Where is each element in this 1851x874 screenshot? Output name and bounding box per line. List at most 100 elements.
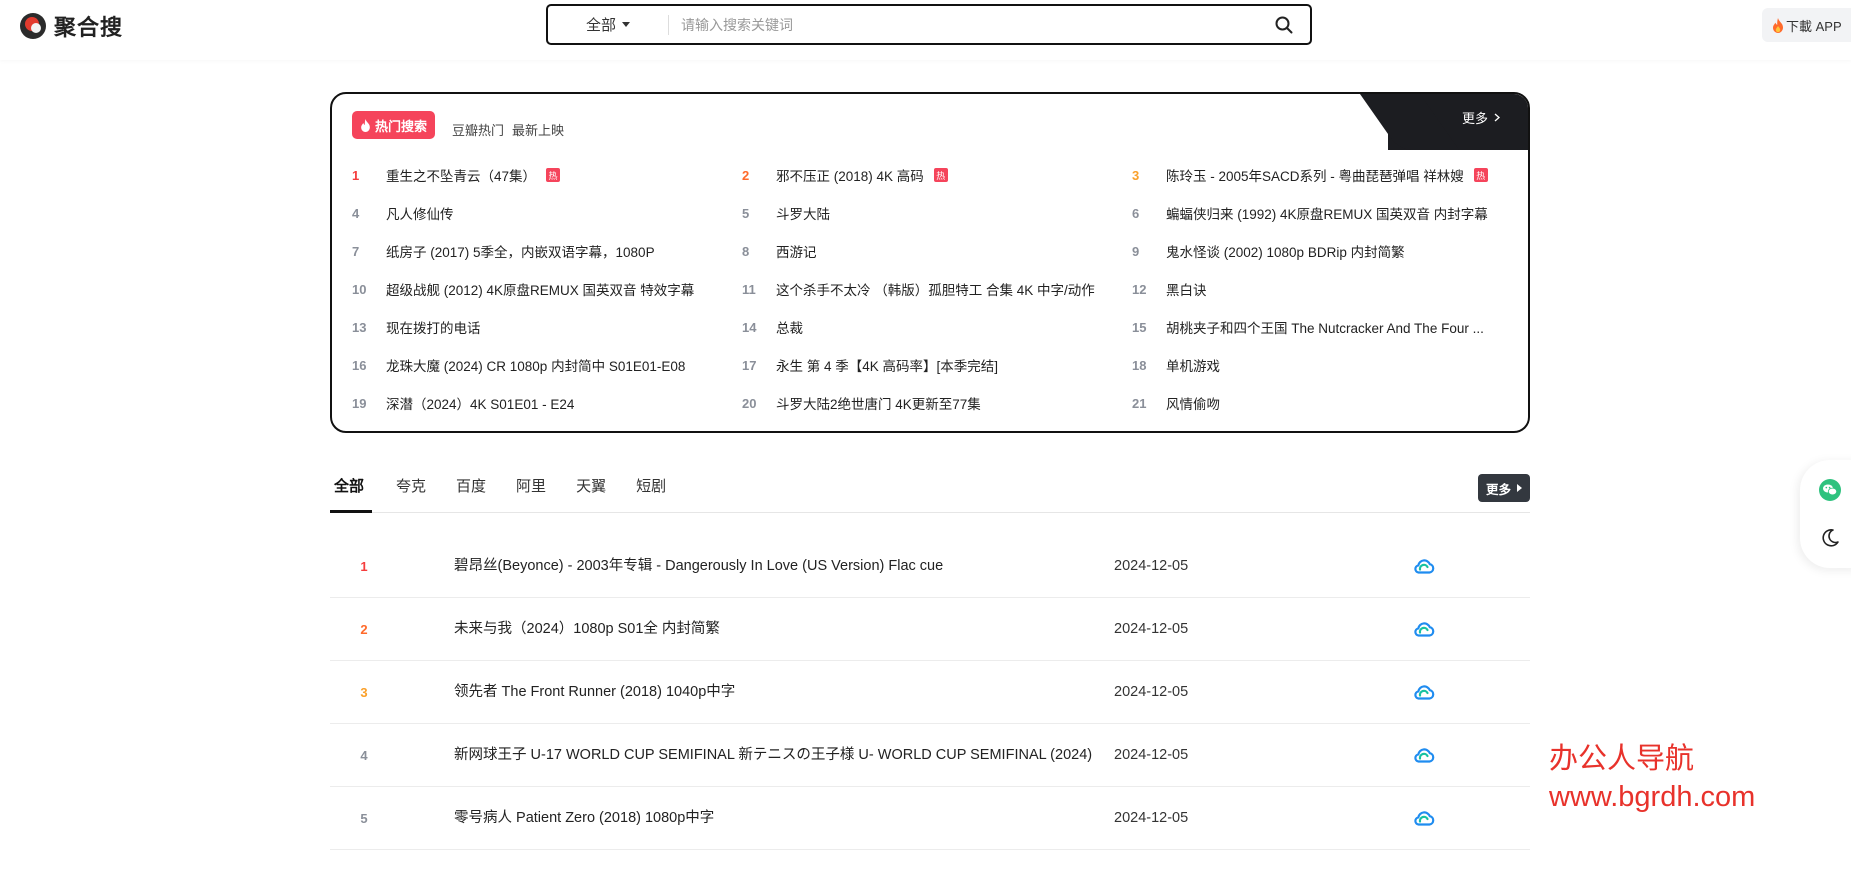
hot-search-badge-label: 热门搜索 bbox=[375, 118, 428, 134]
logo[interactable]: 聚合搜 bbox=[20, 10, 123, 42]
hot-search-item[interactable]: 19 深潜（2024）4K S01E01 - E24 bbox=[352, 384, 742, 422]
hot-tab-douban[interactable]: 豆瓣热门 bbox=[452, 120, 504, 139]
cloud-icon bbox=[1414, 748, 1435, 763]
hot-search-title: 陈玲玉 - 2005年SACD系列 - 粤曲琵琶弹唱 祥林嫂 bbox=[1166, 169, 1464, 184]
search-category-select[interactable]: 全部 bbox=[548, 14, 668, 35]
hot-search-panel: 更多 热门搜索 豆瓣热门 最新上映 1 重生之不坠青云（47集） 热 2 邪不压正 (2… bbox=[330, 92, 1530, 433]
caret-down-icon bbox=[622, 22, 630, 27]
result-row[interactable]: 1 碧昂丝(Beyonce) - 2003年专辑 - Dangerously In… bbox=[330, 535, 1530, 598]
hot-flag-badge: 热 bbox=[933, 168, 948, 182]
hot-search-title: 龙珠大魔 (2024) CR 1080p 内封简中 S01E01-E08 bbox=[386, 359, 686, 374]
hot-search-item[interactable]: 21 风情偷吻 bbox=[1132, 384, 1512, 422]
hot-search-rank: 20 bbox=[742, 395, 757, 411]
result-title[interactable]: 未来与我（2024）1080p S01全 内封简繁 bbox=[454, 618, 1094, 640]
hot-search-title: 邪不压正 (2018) 4K 高码 bbox=[776, 169, 924, 184]
hot-search-rank: 3 bbox=[1132, 167, 1140, 183]
hot-search-item[interactable]: 9 鬼水怪谈 (2002) 1080p BDRip 内封简繁 bbox=[1132, 232, 1512, 270]
hot-search-item[interactable]: 13 现在拨打的电话 bbox=[352, 308, 742, 346]
hot-search-item[interactable]: 15 胡桃夹子和四个王国 The Nutcracker And The Four … bbox=[1132, 308, 1512, 346]
result-title[interactable]: 碧昂丝(Beyonce) - 2003年专辑 - Dangerously In … bbox=[454, 555, 1094, 577]
hot-more-link[interactable]: 更多 bbox=[1462, 108, 1500, 127]
result-row[interactable]: 3 领先者 The Front Runner (2018) 1040p中字 2024… bbox=[330, 661, 1530, 724]
hot-search-title: 单机游戏 bbox=[1166, 359, 1220, 374]
hot-search-rank: 15 bbox=[1132, 319, 1147, 335]
hot-search-title: 重生之不坠青云（47集） bbox=[386, 169, 537, 184]
top-header: 聚合搜 全部 下載 APP bbox=[0, 0, 1851, 60]
hot-search-title: 现在拨打的电话 bbox=[386, 321, 481, 336]
hot-search-rank: 2 bbox=[742, 167, 750, 183]
hot-tab-latest[interactable]: 最新上映 bbox=[512, 120, 564, 139]
result-rank: 5 bbox=[360, 810, 368, 826]
result-row[interactable]: 5 零号病人 Patient Zero (2018) 1080p中字 2024-12… bbox=[330, 787, 1530, 850]
hot-search-item[interactable]: 20 斗罗大陆2绝世唐门 4K更新至77集 bbox=[742, 384, 1132, 422]
result-title[interactable]: 新网球王子 U-17 WORLD CUP SEMIFINAL 新テニスの王子様 … bbox=[454, 744, 1094, 766]
hot-search-item[interactable]: 5 斗罗大陆 bbox=[742, 194, 1132, 232]
result-rank: 2 bbox=[360, 621, 368, 637]
hot-flag-badge: 热 bbox=[1473, 168, 1488, 182]
result-date: 2024-12-05 bbox=[1114, 747, 1189, 763]
result-date: 2024-12-05 bbox=[1114, 684, 1189, 700]
cloud-icon bbox=[1414, 811, 1435, 826]
tab-aliyun[interactable]: 阿里 bbox=[510, 466, 552, 512]
hot-search-item[interactable]: 12 黑白诀 bbox=[1132, 270, 1512, 308]
hot-search-item[interactable]: 10 超级战舰 (2012) 4K原盘REMUX 国英双音 特效字幕 bbox=[352, 270, 742, 308]
tab-baidu[interactable]: 百度 bbox=[450, 466, 492, 512]
dark-mode-toggle[interactable] bbox=[1818, 526, 1842, 550]
result-row[interactable]: 2 未来与我（2024）1080p S01全 内封简繁 2024-12-05 bbox=[330, 598, 1530, 661]
cloud-link-button[interactable] bbox=[1409, 558, 1439, 574]
hot-search-item[interactable]: 2 邪不压正 (2018) 4K 高码热 bbox=[742, 156, 1132, 194]
hot-search-item[interactable]: 16 龙珠大魔 (2024) CR 1080p 内封简中 S01E01-E08 bbox=[352, 346, 742, 384]
hot-search-title: 鬼水怪谈 (2002) 1080p BDRip 内封简繁 bbox=[1166, 245, 1405, 260]
search-input[interactable] bbox=[669, 6, 1258, 43]
result-title[interactable]: 零号病人 Patient Zero (2018) 1080p中字 bbox=[454, 807, 1094, 829]
cloud-link-button[interactable] bbox=[1409, 747, 1439, 763]
hot-search-item[interactable]: 18 单机游戏 bbox=[1132, 346, 1512, 384]
hot-search-item[interactable]: 14 总裁 bbox=[742, 308, 1132, 346]
hot-search-rank: 8 bbox=[742, 243, 750, 259]
hot-search-title: 西游记 bbox=[776, 245, 817, 260]
hot-search-item[interactable]: 6 蝙蝠侠归来 (1992) 4K原盘REMUX 国英双音 内封字幕 bbox=[1132, 194, 1512, 232]
download-app-button[interactable]: 下載 APP bbox=[1762, 8, 1851, 42]
search-icon bbox=[1275, 16, 1293, 33]
cloud-icon bbox=[1414, 685, 1435, 700]
cloud-icon bbox=[1414, 559, 1435, 574]
result-date: 2024-12-05 bbox=[1114, 558, 1189, 574]
tab-tianyi[interactable]: 天翼 bbox=[570, 466, 612, 512]
search-bar: 全部 bbox=[546, 4, 1312, 45]
hot-search-item[interactable]: 17 永生 第 4 季【4K 高码率】[本季完结] bbox=[742, 346, 1132, 384]
watermark-line-1: 办公人导航 bbox=[1549, 743, 1695, 775]
triangle-right-icon bbox=[1517, 484, 1522, 492]
logo-text: 聚合搜 bbox=[54, 15, 124, 40]
hot-search-item[interactable]: 7 纸房子 (2017) 5季全，内嵌双语字幕，1080P bbox=[352, 232, 742, 270]
results-more-button[interactable]: 更多 bbox=[1477, 474, 1530, 502]
hot-search-title: 凡人修仙传 bbox=[386, 207, 454, 222]
watermark: 办公人导航 www.bgrdh.com bbox=[1549, 740, 1755, 816]
cloud-link-button[interactable] bbox=[1409, 621, 1439, 637]
hot-search-title: 斗罗大陆2绝世唐门 4K更新至77集 bbox=[776, 397, 981, 412]
floating-toolbar bbox=[1800, 460, 1851, 568]
hot-search-rank: 1 bbox=[352, 167, 360, 183]
hot-search-rank: 13 bbox=[352, 319, 367, 335]
moon-icon bbox=[1822, 529, 1839, 547]
result-title[interactable]: 领先者 The Front Runner (2018) 1040p中字 bbox=[454, 681, 1094, 703]
hot-search-rank: 18 bbox=[1132, 357, 1147, 373]
tab-quark[interactable]: 夸克 bbox=[390, 466, 432, 512]
results-more-label: 更多 bbox=[1485, 482, 1511, 497]
hot-search-item[interactable]: 1 重生之不坠青云（47集） 热 bbox=[352, 156, 742, 194]
hot-search-item[interactable]: 3 陈玲玉 - 2005年SACD系列 - 粤曲琵琶弹唱 祥林嫂热 bbox=[1132, 156, 1512, 194]
cloud-link-button[interactable] bbox=[1409, 810, 1439, 826]
tab-all[interactable]: 全部 bbox=[330, 466, 373, 513]
search-button[interactable] bbox=[1258, 6, 1310, 43]
wechat-button[interactable] bbox=[1818, 478, 1842, 502]
result-row[interactable]: 4 新网球王子 U-17 WORLD CUP SEMIFINAL 新テニスの王子様… bbox=[330, 724, 1530, 787]
cloud-link-button[interactable] bbox=[1409, 684, 1439, 700]
result-rank: 3 bbox=[360, 684, 368, 700]
hot-search-rank: 4 bbox=[352, 205, 360, 221]
hot-search-item[interactable]: 4 凡人修仙传 bbox=[352, 194, 742, 232]
tab-short-drama[interactable]: 短剧 bbox=[630, 466, 672, 512]
result-date: 2024-12-05 bbox=[1114, 621, 1189, 637]
hot-search-title: 纸房子 (2017) 5季全，内嵌双语字幕，1080P bbox=[386, 245, 655, 260]
hot-search-item[interactable]: 11 这个杀手不太冷 （韩版）孤胆特工 合集 4K 中字/动作 bbox=[742, 270, 1132, 308]
result-rank: 4 bbox=[360, 747, 368, 763]
hot-search-item[interactable]: 8 西游记 bbox=[742, 232, 1132, 270]
